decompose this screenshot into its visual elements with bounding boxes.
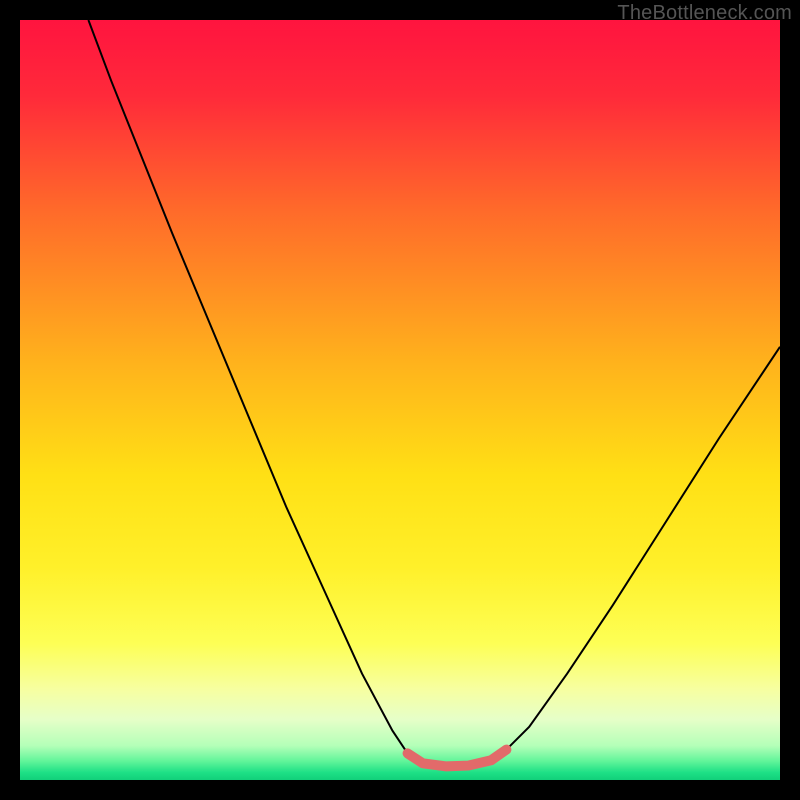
plot-area (20, 20, 780, 780)
series-optimal-band (408, 750, 507, 767)
chart-stage: TheBottleneck.com (0, 0, 800, 800)
series-bottleneck-curve (88, 20, 780, 766)
curve-layer (20, 20, 780, 780)
watermark-text: TheBottleneck.com (617, 2, 792, 25)
